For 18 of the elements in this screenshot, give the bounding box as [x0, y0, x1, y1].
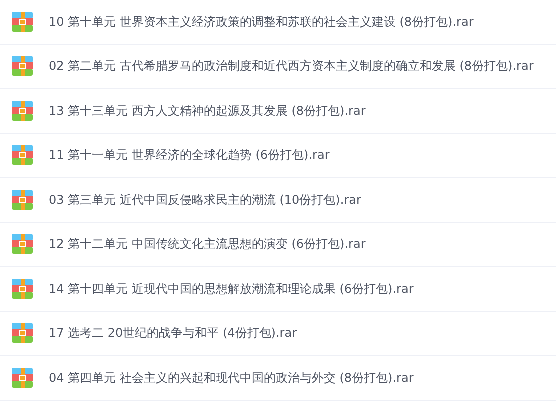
archive-icon: [12, 234, 33, 254]
file-link[interactable]: 14 第十四单元 近现代中国的思想解放潮流和理论成果 (6份打包).rar: [49, 280, 414, 298]
archive-icon: [12, 278, 33, 299]
archive-icon: [12, 368, 33, 388]
file-link[interactable]: 02 第二单元 古代希腊罗马的政治制度和近代西方资本主义制度的确立和发展 (8份打包).rar: [49, 57, 534, 76]
archive-icon: [12, 100, 33, 121]
file-link[interactable]: 10 第十单元 世界资本主义经济政策的调整和苏联的社会主义建设 (8份打包).rar: [49, 12, 474, 31]
file-link[interactable]: 13 第十三单元 西方人文精神的起源及其发展 (8份打包).rar: [49, 102, 366, 120]
archive-icon: [12, 145, 33, 166]
file-link[interactable]: 12 第十二单元 中国传统文化主流思想的演变 (6份打包).rar: [49, 235, 366, 254]
file-link[interactable]: 04 第四单元 社会主义的兴起和现代中国的政治与外交 (8份打包).rar: [49, 368, 414, 387]
archive-icon: [12, 12, 33, 32]
archive-icon: [12, 323, 33, 344]
archive-icon: [12, 56, 33, 76]
file-link[interactable]: 11 第十一单元 世界经济的全球化趋势 (6份打包).rar: [49, 146, 330, 164]
file-link[interactable]: 03 第三单元 近代中国反侵略求民主的潮流 (10份打包).rar: [49, 190, 362, 209]
file-link[interactable]: 17 选考二 20世纪的战争与和平 (4份打包).rar: [49, 324, 298, 342]
archive-icon: [12, 190, 33, 210]
